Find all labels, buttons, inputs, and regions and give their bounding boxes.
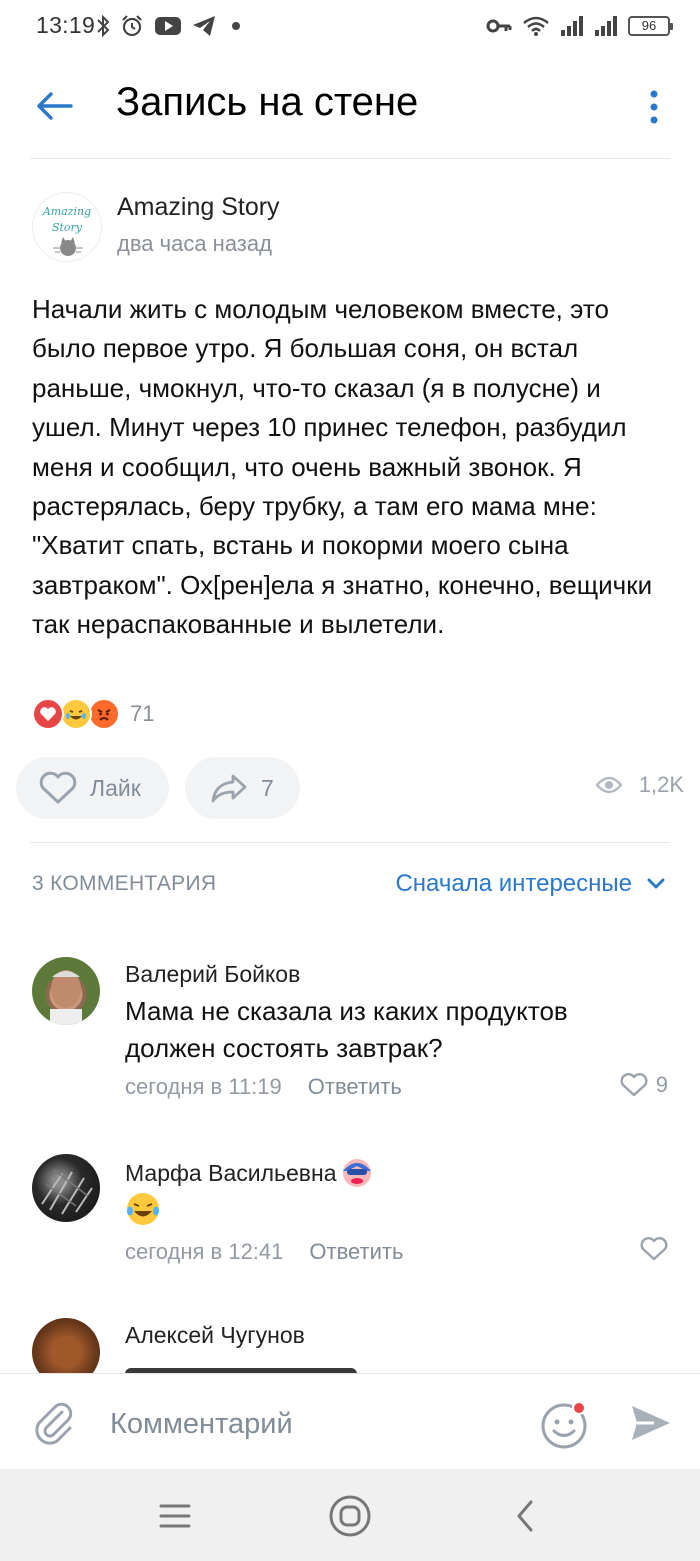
reactions-summary[interactable]: 71 bbox=[32, 698, 154, 730]
commenter-avatar[interactable] bbox=[32, 1154, 100, 1222]
arrow-left-icon bbox=[37, 92, 73, 120]
like-label: Лайк bbox=[90, 774, 141, 801]
menu-icon bbox=[159, 1504, 191, 1528]
wifi-icon bbox=[523, 16, 549, 36]
sort-label: Сначала интересные bbox=[395, 870, 632, 897]
dot-icon bbox=[232, 22, 240, 30]
comment-like-button[interactable] bbox=[640, 1237, 668, 1261]
more-vertical-icon bbox=[650, 90, 658, 124]
reply-button[interactable]: Ответить bbox=[308, 1074, 402, 1100]
comment-author-row[interactable]: Марфа Васильевна bbox=[125, 1157, 373, 1189]
send-icon bbox=[632, 1406, 670, 1440]
paperclip-icon bbox=[35, 1402, 73, 1445]
nav-back-button[interactable] bbox=[500, 1491, 550, 1541]
share-count: 7 bbox=[261, 774, 274, 801]
status-bar: 13:19 96 bbox=[0, 0, 700, 56]
key-icon bbox=[486, 19, 512, 33]
author-name[interactable]: Amazing Story bbox=[117, 193, 280, 222]
comment-input[interactable] bbox=[110, 1404, 510, 1444]
comment-text bbox=[125, 1191, 645, 1237]
avatar-text-2: Story bbox=[52, 221, 83, 234]
comment-likes-count: 9 bbox=[655, 1072, 668, 1097]
signal-hd-icon bbox=[595, 16, 617, 36]
emoji-button[interactable] bbox=[538, 1398, 590, 1450]
comment-input-bar bbox=[0, 1373, 700, 1469]
comment-author[interactable]: Валерий Бойков bbox=[125, 961, 300, 988]
commenter-avatar[interactable] bbox=[32, 957, 100, 1025]
back-button[interactable] bbox=[30, 82, 78, 130]
heart-outline-icon bbox=[640, 1237, 668, 1261]
like-button[interactable]: Лайк bbox=[16, 757, 169, 819]
comment-time: сегодня в 11:19 bbox=[125, 1074, 282, 1099]
status-time: 13:19 bbox=[36, 12, 96, 38]
angry-reaction-icon bbox=[88, 698, 120, 730]
signal-icon bbox=[561, 16, 583, 36]
comments-divider bbox=[30, 842, 670, 843]
send-button[interactable] bbox=[628, 1400, 676, 1448]
header-divider bbox=[30, 158, 670, 159]
home-icon bbox=[329, 1495, 371, 1537]
comments-sort-select[interactable]: Сначала интересные bbox=[395, 870, 666, 898]
comment-time: сегодня в 12:41 bbox=[125, 1239, 284, 1264]
reactions-count: 71 bbox=[130, 701, 155, 726]
author-avatar[interactable]: Amazing Story bbox=[32, 192, 102, 262]
views-counter: 1,2K bbox=[595, 772, 684, 798]
youtube-icon bbox=[155, 17, 181, 35]
comment-meta: сегодня в 11:19 Ответить bbox=[125, 1074, 402, 1100]
status-icons-right: 96 bbox=[486, 12, 673, 40]
status-icons-left bbox=[96, 12, 246, 40]
heart-reaction-icon bbox=[32, 698, 64, 730]
more-button[interactable] bbox=[632, 82, 676, 132]
laugh-emoji-icon bbox=[127, 1193, 159, 1225]
battery-icon: 96 bbox=[628, 16, 673, 36]
share-button[interactable]: 7 bbox=[185, 757, 300, 819]
superhero-badge-icon bbox=[342, 1159, 371, 1187]
views-count: 1,2K bbox=[638, 772, 684, 797]
bluetooth-icon bbox=[97, 14, 110, 38]
avatar-text-1: Amazing bbox=[42, 205, 91, 218]
comment-author: Марфа Васильевна bbox=[125, 1159, 337, 1186]
page-title: Запись на стене bbox=[116, 80, 419, 124]
chevron-down-icon bbox=[647, 878, 665, 889]
comment-meta: сегодня в 12:41 Ответить bbox=[125, 1239, 403, 1265]
smile-icon bbox=[541, 1401, 587, 1449]
post-text: Начали жить с молодым человеком вместе, … bbox=[32, 294, 653, 640]
chevron-left-icon bbox=[517, 1500, 533, 1532]
comments-count: 3 КОММЕНТАРИЯ bbox=[32, 872, 217, 895]
heart-icon bbox=[39, 771, 77, 804]
system-nav-bar bbox=[0, 1469, 700, 1561]
reply-button[interactable]: Ответить bbox=[309, 1239, 403, 1265]
telegram-icon bbox=[193, 16, 215, 36]
comment-author[interactable]: Алексей Чугунов bbox=[125, 1322, 305, 1349]
heart-outline-icon bbox=[620, 1073, 648, 1097]
comment-text: Мама не сказала из каких продуктов долже… bbox=[125, 996, 568, 1063]
attach-button[interactable] bbox=[30, 1400, 78, 1448]
app-header: Запись на стене bbox=[0, 60, 700, 158]
amazing-story-logo: Amazing Story bbox=[42, 205, 91, 256]
share-icon bbox=[211, 774, 247, 803]
laugh-reaction-icon bbox=[60, 698, 92, 730]
comment-like-button[interactable]: 9 bbox=[620, 1072, 668, 1098]
nav-home-button[interactable] bbox=[325, 1491, 375, 1541]
post-time: два часа назад bbox=[117, 231, 272, 256]
alarm-icon bbox=[122, 15, 142, 37]
eye-icon bbox=[595, 776, 623, 794]
nav-menu-button[interactable] bbox=[150, 1491, 200, 1541]
